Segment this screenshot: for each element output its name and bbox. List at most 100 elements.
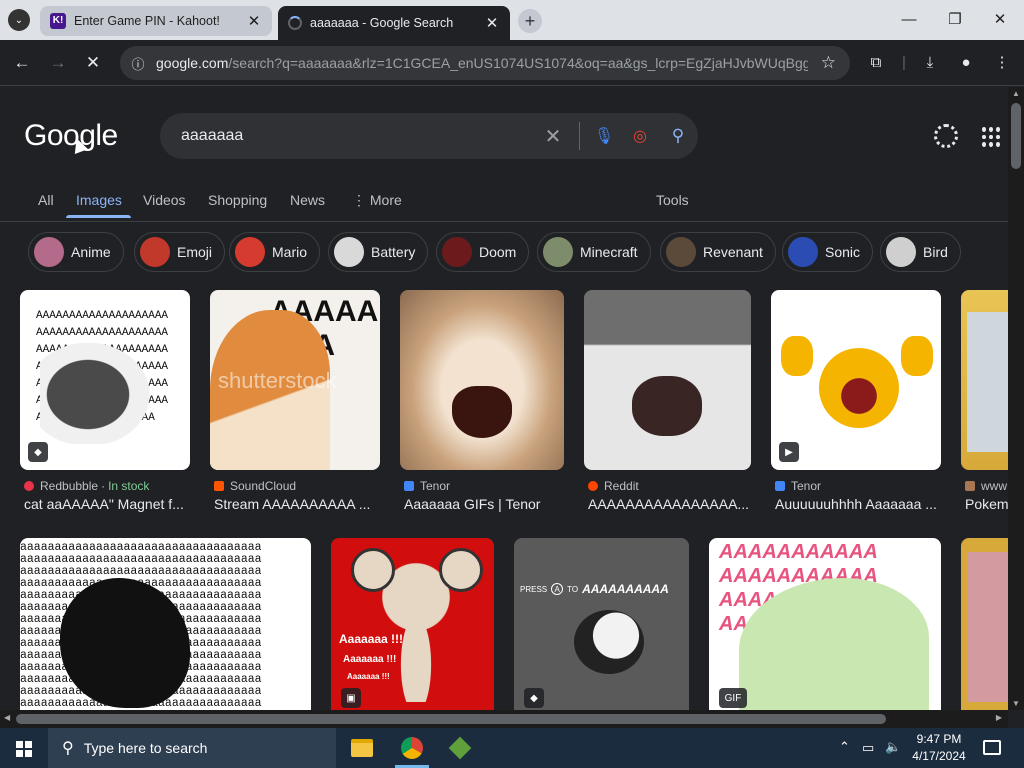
profile-icon[interactable]: ●: [955, 52, 977, 74]
result-title[interactable]: AAAAAAAAAAAAAAAA...: [588, 496, 752, 512]
redbubble-icon: [24, 481, 34, 491]
chip-anime[interactable]: Anime: [28, 232, 124, 272]
search-input[interactable]: aaaaaaa: [181, 127, 533, 145]
caption-to: TO: [567, 584, 579, 594]
settings-gear-icon[interactable]: [934, 124, 958, 148]
caption-line: Aaaaaaa !!!: [347, 672, 390, 681]
scroll-thumb[interactable]: [16, 714, 886, 724]
search-submit-icon[interactable]: ⚲: [658, 126, 698, 146]
chip-bird[interactable]: Bird: [880, 232, 961, 272]
source-name: Reddit: [604, 479, 639, 493]
close-tab-icon[interactable]: ✕: [244, 12, 264, 30]
scroll-thumb[interactable]: [1011, 103, 1021, 169]
download-icon[interactable]: ⤓: [919, 52, 941, 74]
tools-button[interactable]: Tools: [656, 190, 689, 210]
scroll-up-arrow[interactable]: ▲: [1012, 89, 1020, 98]
close-window-button[interactable]: ✕: [985, 8, 1015, 32]
result-source[interactable]: Tenor: [404, 479, 450, 493]
scroll-down-arrow[interactable]: ▼: [1012, 699, 1020, 708]
result-title[interactable]: Stream AAAAAAAAAA ...: [214, 496, 382, 512]
result-source[interactable]: Reddit: [588, 479, 639, 493]
chip-label: Emoji: [177, 244, 213, 260]
chip-minecraft[interactable]: Minecraft: [537, 232, 651, 272]
chip-label: Anime: [71, 244, 111, 260]
tab-shopping[interactable]: Shopping: [208, 190, 267, 210]
clear-search-icon[interactable]: ✕: [533, 124, 573, 149]
result-image[interactable]: Aaaaaaa !!! Aaaaaaa !!! Aaaaaaa !!! ▣: [331, 538, 494, 710]
result-image[interactable]: [961, 538, 1008, 710]
minimize-button[interactable]: —: [894, 8, 924, 32]
horizontal-scrollbar[interactable]: ◀ ▶: [0, 710, 1008, 728]
tab-kahoot[interactable]: K! Enter Game PIN - Kahoot! ✕: [40, 6, 272, 36]
tab-more[interactable]: ⋮ More: [352, 190, 402, 210]
scroll-right-arrow[interactable]: ▶: [996, 713, 1002, 722]
result-title[interactable]: cat aaAAAAA" Magnet f...: [24, 496, 192, 512]
result-image[interactable]: [961, 290, 1008, 470]
result-title[interactable]: Auuuuuuhhhh Aaaaaaa ...: [775, 496, 943, 512]
chip-thumbnail: [886, 237, 916, 267]
apps-grid-icon[interactable]: [982, 127, 1002, 147]
chip-thumbnail: [788, 237, 818, 267]
notifications-icon[interactable]: [983, 740, 1001, 755]
chip-label: Minecraft: [580, 244, 638, 260]
chip-mario[interactable]: Mario: [229, 232, 321, 272]
result-image[interactable]: AAAAAAAA shutterstock: [210, 290, 380, 470]
extensions-icon[interactable]: ⧉: [865, 52, 887, 74]
result-image[interactable]: [400, 290, 564, 470]
taskbar-search-input[interactable]: Type here to search: [84, 740, 208, 756]
chip-emoji[interactable]: Emoji: [134, 232, 226, 272]
lens-search-icon[interactable]: ◎: [622, 126, 658, 146]
result-source[interactable]: Redbubble · In stock: [24, 479, 149, 493]
result-image[interactable]: AAAAAAAAAAAAAAAAAAAAAAAAAAAAAAAAAAAAAAAA…: [709, 538, 941, 710]
tab-videos[interactable]: Videos: [143, 190, 186, 210]
stop-loading-icon[interactable]: ✕: [82, 52, 104, 74]
volume-muted-icon[interactable]: 🔈: [885, 739, 901, 755]
result-image[interactable]: ▶: [771, 290, 941, 470]
result-title[interactable]: Aaaaaaa GIFs | Tenor: [404, 496, 568, 512]
chip-thumbnail: [34, 237, 64, 267]
back-icon[interactable]: ←: [11, 52, 33, 74]
result-image[interactable]: aaaaaaaaaaaaaaaaaaaaaaaaaaaaaaaaaaa aaaaa…: [20, 538, 311, 710]
address-bar[interactable]: ⓘ google.com /search?q=aaaaaaa&rlz=1C1GC…: [120, 46, 850, 80]
voice-search-icon[interactable]: 🎙: [586, 126, 622, 146]
new-tab-button[interactable]: +: [518, 9, 542, 33]
result-source[interactable]: www: [965, 479, 1007, 493]
search-box[interactable]: aaaaaaa ✕ 🎙 ◎ ⚲: [160, 113, 698, 159]
close-tab-icon[interactable]: ✕: [482, 14, 502, 32]
windows-start-icon[interactable]: [16, 741, 32, 757]
taskbar-search[interactable]: ⚲ Type here to search: [48, 728, 336, 768]
source-name: www: [981, 479, 1007, 493]
file-explorer-icon[interactable]: [351, 739, 373, 757]
google-logo[interactable]: Google: [24, 119, 118, 153]
chip-thumbnail: [666, 237, 696, 267]
scroll-left-arrow[interactable]: ◀: [4, 713, 10, 722]
bookmark-star-icon[interactable]: ☆: [821, 53, 836, 73]
tab-search-button[interactable]: ⌄: [8, 9, 30, 31]
tab-google-search[interactable]: aaaaaaa - Google Search ✕: [278, 6, 510, 40]
result-image[interactable]: AAAAAAAAAAAAAAAAAAAAAAAAAAAAAAAAAAAAAAAA…: [20, 290, 190, 470]
chip-sonic[interactable]: Sonic: [782, 232, 874, 272]
clock-time: 9:47 PM: [916, 732, 962, 746]
tab-news[interactable]: News: [290, 190, 325, 210]
network-icon[interactable]: ▭: [862, 740, 874, 756]
tray-chevron-icon[interactable]: ⌃: [839, 739, 850, 755]
chip-doom[interactable]: Doom: [436, 232, 530, 272]
tab-all[interactable]: All: [38, 190, 54, 210]
result-title[interactable]: Pokem: [965, 496, 1008, 512]
chip-battery[interactable]: Battery: [328, 232, 429, 272]
system-clock[interactable]: 9:47 PM 4/17/2024: [906, 731, 972, 765]
result-image[interactable]: PRESS A TO AAAAAAAAAA ◆: [514, 538, 689, 710]
tab-images[interactable]: Images: [76, 190, 122, 210]
menu-kebab-icon[interactable]: ⋮: [991, 52, 1013, 74]
chrome-icon[interactable]: [401, 737, 423, 759]
tenor-icon: [775, 481, 785, 491]
result-image[interactable]: [584, 290, 751, 470]
maximize-button[interactable]: ❐: [940, 8, 970, 32]
chip-revenant[interactable]: Revenant: [660, 232, 776, 272]
result-source[interactable]: Tenor: [775, 479, 821, 493]
vertical-scrollbar[interactable]: ▲ ▼: [1008, 87, 1024, 710]
forward-icon[interactable]: →: [47, 52, 69, 74]
caption-line: Aaaaaaa !!!: [339, 632, 404, 646]
result-source[interactable]: SoundCloud: [214, 479, 296, 493]
site-info-icon[interactable]: ⓘ: [120, 54, 156, 73]
